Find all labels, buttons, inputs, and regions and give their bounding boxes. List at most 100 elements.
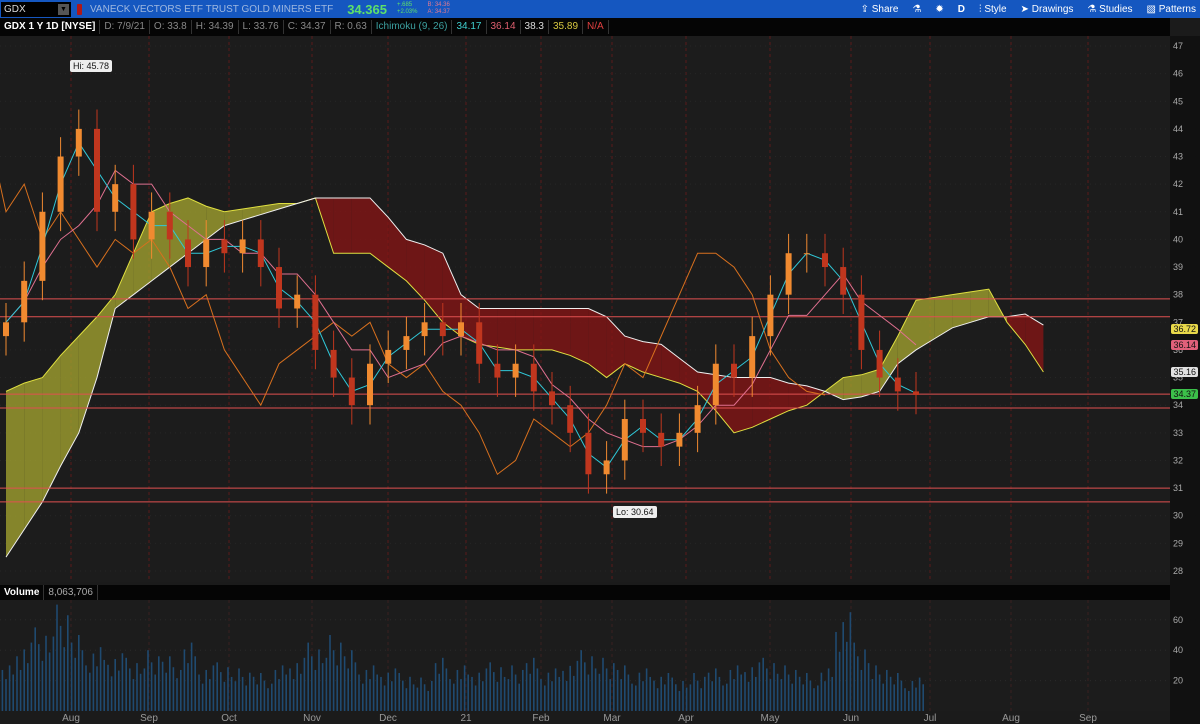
last-price: 34.365 <box>347 1 387 17</box>
ichimoku-cloud-segment <box>6 383 25 558</box>
chart-info-bar: GDX 1 Y 1D [NYSE] D: 7/9/21 O: 33.8 H: 3… <box>0 18 1170 36</box>
volume-bar <box>234 681 237 711</box>
volume-bar <box>343 656 346 711</box>
volume-tick: 40 <box>1173 645 1183 655</box>
month-label: Feb <box>532 713 550 724</box>
volume-bar <box>354 662 357 711</box>
volume-bar <box>289 668 291 711</box>
volume-bar <box>900 680 903 711</box>
candle-body <box>676 432 683 447</box>
volume-value: 8,063,706 <box>44 585 98 600</box>
volume-bar <box>846 641 848 711</box>
ichimoku-cloud-segment <box>952 291 971 328</box>
share-button[interactable]: ⇪ Share <box>861 4 899 15</box>
volume-bar <box>554 668 557 711</box>
volume-bar <box>176 678 178 711</box>
volume-bar <box>918 677 921 711</box>
volume-bar <box>525 663 528 711</box>
patterns-button[interactable]: ▧ Patterns <box>1147 4 1196 15</box>
price-label: 36.14 <box>1171 340 1198 351</box>
price-tick: 33 <box>1173 428 1183 438</box>
volume-tick: 60 <box>1173 615 1183 625</box>
volume-bar <box>897 673 899 711</box>
style-button[interactable]: ⫶ Style <box>979 4 1007 15</box>
chevron-down-icon[interactable]: ▼ <box>58 3 69 15</box>
price-tick: 41 <box>1173 207 1183 217</box>
volume-bar <box>463 665 466 711</box>
volume-bar <box>471 676 473 711</box>
volume-bar <box>726 683 728 711</box>
volume-bar <box>89 672 91 711</box>
symbol-input[interactable]: GDX ▼ <box>1 1 71 17</box>
ichimoku-cloud-segment <box>515 308 534 350</box>
volume-bar <box>420 677 422 711</box>
volume-bar <box>482 681 484 711</box>
volume-bar <box>70 642 73 711</box>
flask-icon[interactable]: ⚗ <box>912 4 921 15</box>
volume-bar <box>696 680 699 711</box>
volume-bar <box>230 676 233 711</box>
month-label: Nov <box>303 713 321 724</box>
volume-bar <box>187 663 189 711</box>
volume-bar <box>787 674 790 711</box>
volume-bar <box>453 683 455 711</box>
volume-bar <box>78 635 80 711</box>
volume-bar <box>893 684 895 711</box>
volume-bar <box>740 674 742 711</box>
candle-body <box>876 349 883 378</box>
volume-bar <box>707 672 710 711</box>
price-tick: 30 <box>1173 511 1183 521</box>
volume-bar <box>671 677 673 711</box>
volume-bar <box>500 667 502 711</box>
volume-bar <box>908 690 910 711</box>
drawings-button[interactable]: ➤ Drawings <box>1021 4 1074 15</box>
volume-bar <box>860 669 863 711</box>
symbol-description: VANECK VECTORS ETF TRUST GOLD MINERS ETF <box>90 3 334 15</box>
ask: A: 34.37 <box>427 9 450 15</box>
study-name[interactable]: Ichimoku (9, 26) <box>372 20 453 34</box>
volume-label: Volume <box>0 585 45 600</box>
volume-bar <box>474 685 477 711</box>
volume-bar <box>48 652 51 711</box>
volume-bar <box>56 604 58 711</box>
volume-bar <box>791 683 793 711</box>
volume-bar <box>194 656 196 711</box>
volume-bar <box>405 688 408 711</box>
month-label: May <box>761 713 780 724</box>
volume-bar <box>667 673 670 711</box>
symbol-text: GDX <box>4 3 26 15</box>
candle-body <box>166 211 173 240</box>
price-tick: 28 <box>1173 566 1183 576</box>
ichimoku-cloud-segment <box>843 374 862 400</box>
volume-bar <box>649 676 651 711</box>
candle-body <box>494 363 501 378</box>
volume-bar <box>904 688 906 711</box>
candle-body <box>894 377 901 392</box>
volume-bar <box>172 667 175 711</box>
studies-button[interactable]: ⚗ Studies <box>1087 4 1132 15</box>
volume-bar <box>249 672 251 711</box>
period-button[interactable]: D <box>958 4 965 15</box>
volume-bar <box>314 669 317 711</box>
volume-bar <box>365 669 368 711</box>
volume-bar <box>831 676 833 711</box>
volume-bar <box>802 684 804 711</box>
volume-bar <box>16 656 18 711</box>
flag-icon[interactable] <box>77 3 82 15</box>
volume-bar <box>118 670 120 711</box>
price-tick: 47 <box>1173 41 1183 51</box>
volume-bar <box>591 656 593 711</box>
volume-bar <box>780 679 783 711</box>
volume-bar <box>81 650 84 711</box>
volume-bar <box>278 679 280 711</box>
price-chart[interactable]: Aug Sep Oct Nov Dec 21 Feb Mar Apr May Jun Jul Aug Se… <box>0 36 1200 724</box>
volume-bar <box>889 676 892 711</box>
candle-body <box>403 336 410 350</box>
volume-bar <box>733 679 735 711</box>
gear-icon[interactable]: ✹ <box>935 4 943 15</box>
volume-bar <box>613 663 615 711</box>
candle-body <box>185 239 191 268</box>
volume-bar <box>260 673 262 711</box>
candle-body <box>640 419 646 433</box>
chart-title[interactable]: GDX 1 Y 1D [NYSE] <box>0 20 101 34</box>
